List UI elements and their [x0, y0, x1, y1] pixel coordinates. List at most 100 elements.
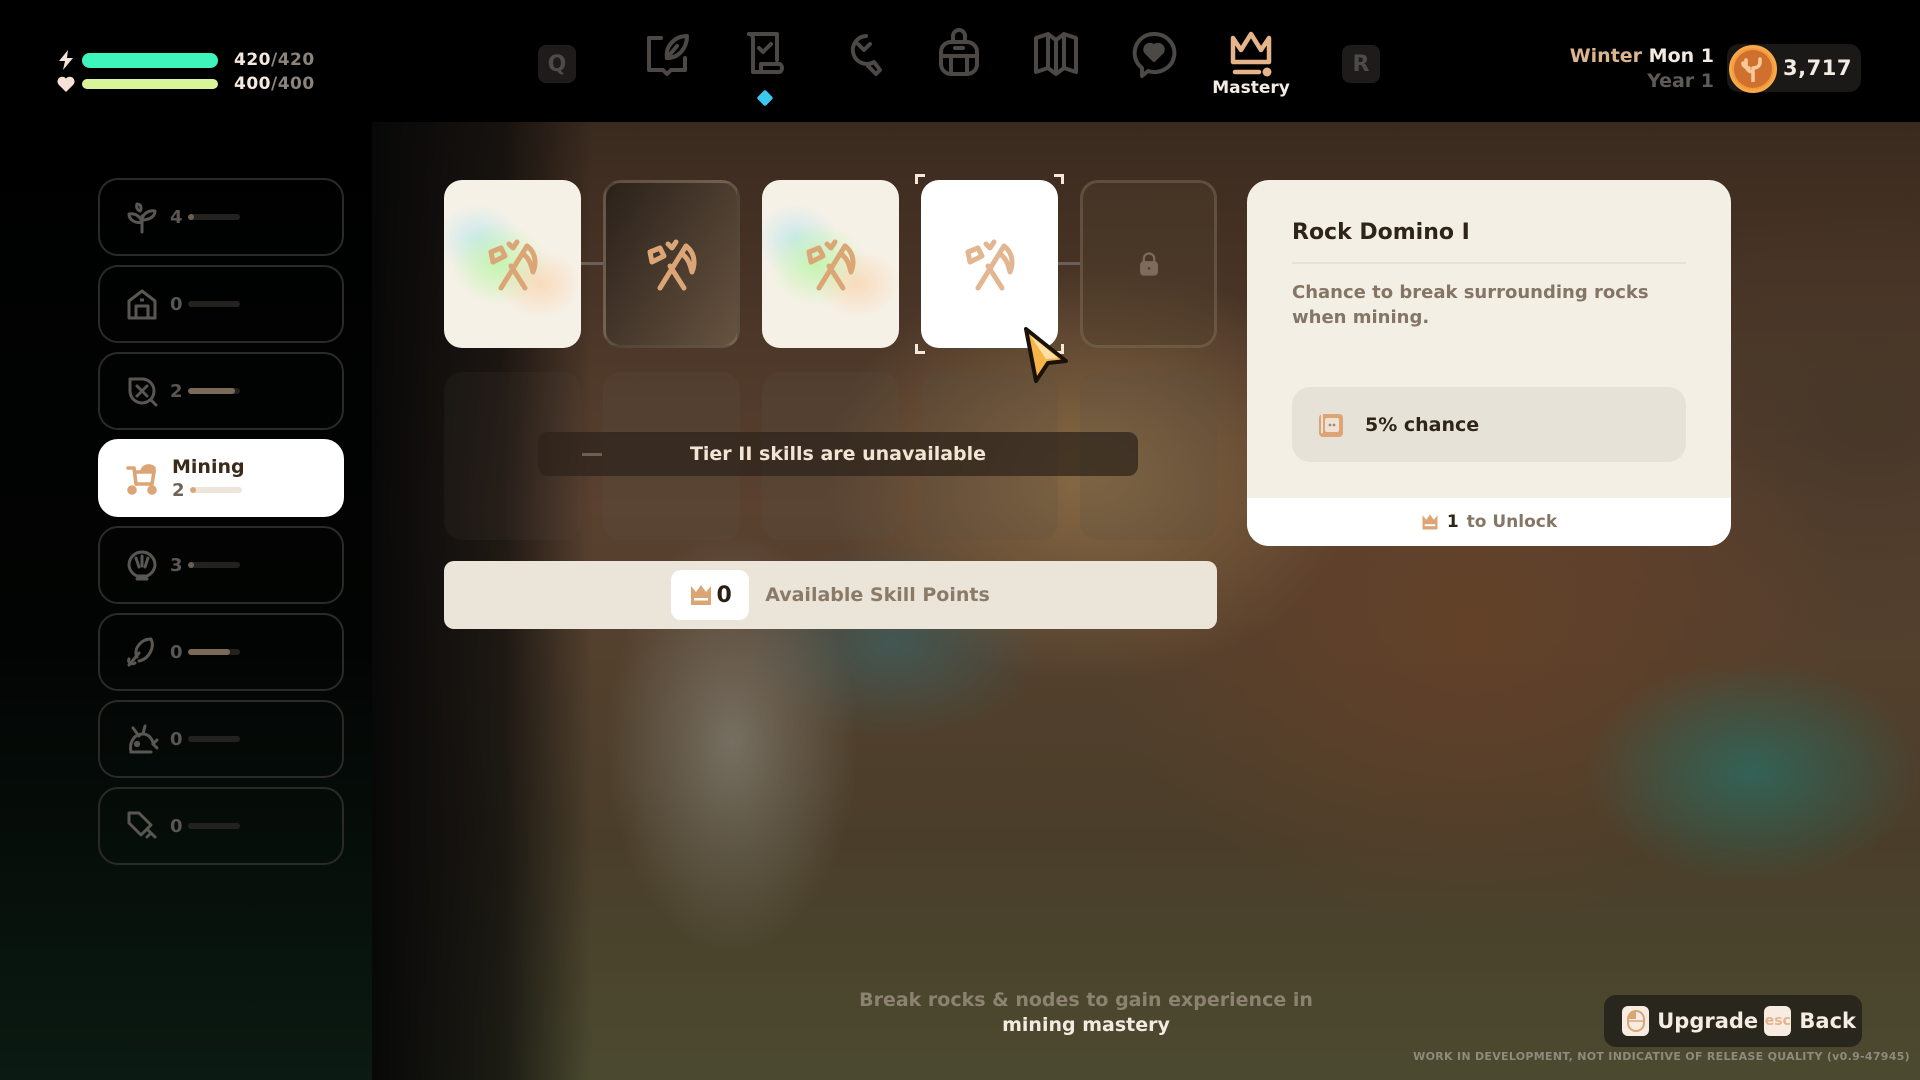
skill-progress-fill [188, 388, 235, 394]
available-skill-points: 0 Available Skill Points [444, 561, 1217, 629]
fishing-icon [124, 634, 160, 670]
mouse-cursor [1024, 327, 1068, 383]
hint-line-1: Break rocks & nodes to gain experience i… [859, 989, 1313, 1011]
crossed-axes-icon [965, 239, 1014, 291]
nav-crafting[interactable] [832, 28, 892, 98]
skill-progress-fill [188, 649, 230, 655]
mastery-hint: Break rocks & nodes to gain experience i… [800, 988, 1372, 1038]
scroll-icon [1319, 413, 1343, 437]
mining-cart-icon [124, 460, 160, 496]
crown-icon [1422, 514, 1438, 530]
skill-points-value: 0 [716, 582, 732, 608]
nav-inventory[interactable] [929, 28, 989, 98]
action-bar: Upgrade esc Back [1604, 995, 1862, 1047]
mouse-left-click-icon [1622, 1006, 1650, 1036]
sidebar-item-cooking[interactable]: 0 [98, 700, 344, 778]
skill-progress [188, 214, 240, 220]
nav-relationships[interactable] [1124, 28, 1184, 98]
crossed-axes-icon [488, 239, 537, 291]
sprout-icon [124, 199, 160, 235]
tier2-unavailable-banner: Tier II skills are unavailable [538, 432, 1138, 476]
skill-points-label: Available Skill Points [765, 584, 990, 606]
sidebar-item-melee[interactable]: 0 [98, 787, 344, 865]
selection-corner [915, 174, 925, 184]
nav-mastery-label: Mastery [1212, 78, 1290, 98]
sidebar-item-farming[interactable]: 4 [98, 178, 344, 256]
skill-progress [190, 487, 242, 493]
nav-quests[interactable] [735, 28, 795, 98]
sword-icon [124, 808, 160, 844]
selection-corner [1054, 174, 1064, 184]
nav-journal[interactable] [637, 28, 697, 98]
skill-card-4-selected[interactable] [915, 174, 1064, 354]
skill-progress [188, 649, 240, 655]
skill-progress-fill [188, 214, 194, 220]
heart-chat-icon [1132, 31, 1177, 78]
skill-card-1[interactable] [444, 180, 581, 348]
nav-map[interactable] [1026, 28, 1086, 98]
day: Mon 1 [1648, 45, 1714, 67]
skill-level: 4 [170, 206, 183, 228]
fish-icon [124, 721, 160, 757]
divider [1292, 262, 1686, 264]
sidebar-item-foraging[interactable]: 2 [98, 352, 344, 430]
skill-card-5-locked[interactable] [1080, 180, 1217, 348]
currency-amount: 3,717 [1783, 56, 1852, 80]
dev-watermark: WORK IN DEVELOPMENT, NOT INDICATIVE OF R… [1413, 1050, 1910, 1063]
season: Winter [1569, 45, 1643, 67]
selection-corner [915, 344, 925, 354]
skill-level: 2 [170, 380, 183, 402]
barn-icon [124, 286, 160, 322]
skill-progress-fill [188, 562, 194, 568]
prev-tab-key[interactable]: Q [538, 45, 576, 83]
skill-effect: 5% chance [1292, 387, 1686, 462]
wrench-icon [850, 34, 882, 76]
leaf-book-icon [647, 34, 689, 76]
coin-icon [1729, 45, 1777, 93]
calendar: Winter Mon 1 Year 1 [1570, 44, 1714, 94]
map-icon [1034, 32, 1078, 76]
crossed-axes-icon [806, 239, 855, 291]
sidebar-item-mining[interactable]: Mining 2 [98, 439, 344, 517]
skill-level: 0 [170, 728, 183, 750]
sidebar-item-combat[interactable]: 3 [98, 526, 344, 604]
skill-level: 0 [170, 293, 183, 315]
skill-level: 2 [172, 479, 185, 501]
back-button[interactable]: Back [1799, 1009, 1856, 1033]
nav-mastery[interactable]: Mastery [1212, 28, 1290, 98]
sidebar-item-fishing[interactable]: 0 [98, 613, 344, 691]
skill-card-3[interactable] [762, 180, 899, 348]
year: Year 1 [1647, 70, 1714, 92]
crossed-axes-icon [647, 239, 696, 291]
esc-key: esc [1764, 1006, 1792, 1036]
skill-description: Chance to break surrounding rocks when m… [1292, 282, 1649, 328]
skill-level: 0 [170, 641, 183, 663]
sidebar-item-ranching[interactable]: 0 [98, 265, 344, 343]
skill-progress [188, 301, 240, 307]
upgrade-button[interactable]: Upgrade [1657, 1009, 1758, 1033]
lock-icon [1139, 252, 1158, 276]
skill-name: Mining [172, 455, 245, 478]
skill-connector [1058, 262, 1080, 265]
skill-card-2[interactable] [603, 180, 740, 348]
skill-level: 3 [170, 554, 183, 576]
skill-progress [188, 736, 240, 742]
unlock-cost-value: 1 [1446, 512, 1459, 532]
backpack-icon [939, 28, 979, 76]
tier2-message: Tier II skills are unavailable [689, 443, 987, 465]
skill-points-box: 0 [671, 570, 750, 620]
skill-level: 0 [170, 815, 183, 837]
skill-detail-panel: Rock Domino I Chance to break surroundin… [1247, 180, 1731, 546]
unlock-cost[interactable]: 1 to Unlock [1247, 498, 1731, 546]
skill-progress-fill [190, 487, 196, 493]
skill-progress [188, 562, 240, 568]
skill-connector [581, 262, 603, 265]
skill-progress [188, 388, 240, 394]
leaf-cross-icon [124, 373, 160, 409]
shell-icon [124, 547, 160, 583]
crown-icon [1230, 31, 1272, 77]
skill-title: Rock Domino I [1292, 220, 1470, 245]
unlock-cost-label: to Unlock [1466, 512, 1558, 532]
crown-icon [690, 585, 711, 605]
next-tab-key[interactable]: R [1342, 45, 1380, 83]
